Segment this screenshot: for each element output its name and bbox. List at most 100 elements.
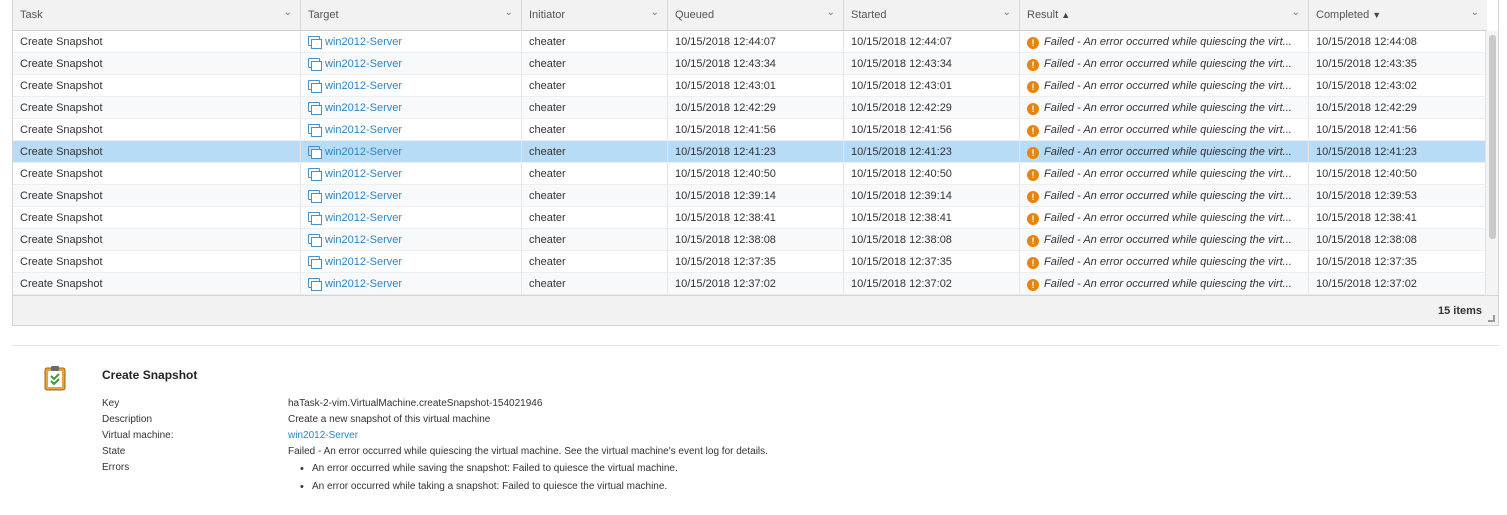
- task-name: Create Snapshot: [20, 57, 103, 70]
- column-header-initiator[interactable]: Initiator ⌄: [522, 0, 668, 31]
- started-time: 10/15/2018 12:39:14: [851, 189, 952, 202]
- chevron-down-icon[interactable]: ⌄: [1471, 7, 1479, 18]
- scrollbar-thumb[interactable]: [1489, 35, 1496, 239]
- queued-time: 10/15/2018 12:38:41: [675, 211, 776, 224]
- chevron-down-icon[interactable]: ⌄: [827, 7, 835, 18]
- target-link[interactable]: win2012-Server: [325, 36, 402, 48]
- column-header-task[interactable]: Task ⌄: [13, 0, 301, 31]
- column-header-queued[interactable]: Queued ⌄: [668, 0, 844, 31]
- error-icon: !: [1027, 234, 1039, 247]
- detail-vm-link[interactable]: win2012-Server: [288, 428, 358, 444]
- target-link[interactable]: win2012-Server: [325, 234, 402, 246]
- started-time: 10/15/2018 12:37:02: [851, 277, 952, 290]
- chevron-down-icon[interactable]: ⌄: [651, 7, 659, 18]
- target-link[interactable]: win2012-Server: [325, 278, 402, 290]
- cell-queued: 10/15/2018 12:37:02: [668, 272, 844, 295]
- target-link[interactable]: win2012-Server: [325, 102, 402, 114]
- cell-result: ! Failed - An error occurred while quiesc…: [1020, 228, 1309, 251]
- initiator-name: cheater: [529, 57, 566, 70]
- cell-completed: 10/15/2018 12:37:35: [1309, 251, 1487, 273]
- task-name: Create Snapshot: [20, 79, 103, 92]
- table-row[interactable]: Create Snapshot win2012-Server cheater 10/1…: [13, 162, 1487, 185]
- cell-target: win2012-Server: [301, 118, 522, 141]
- cell-task: Create Snapshot: [13, 184, 301, 207]
- cell-queued: 10/15/2018 12:41:56: [668, 118, 844, 141]
- cell-task: Create Snapshot: [13, 74, 301, 97]
- cell-initiator: cheater: [522, 184, 668, 207]
- column-header-target[interactable]: Target ⌄: [301, 0, 522, 31]
- virtual-machine-icon: [308, 35, 322, 49]
- cell-queued: 10/15/2018 12:38:41: [668, 206, 844, 229]
- queued-time: 10/15/2018 12:39:14: [675, 189, 776, 202]
- detail-row-key: Key haTask-2-vim.VirtualMachine.createSn…: [102, 396, 902, 412]
- cell-result: ! Failed - An error occurred while quiesc…: [1020, 118, 1309, 141]
- cell-started: 10/15/2018 12:38:41: [844, 206, 1020, 229]
- vertical-scrollbar[interactable]: [1485, 31, 1498, 295]
- target-link[interactable]: win2012-Server: [325, 80, 402, 92]
- task-name: Create Snapshot: [20, 233, 103, 246]
- table-row[interactable]: Create Snapshot win2012-Server cheater 10/1…: [13, 272, 1487, 295]
- column-header-label: Completed: [1316, 9, 1370, 21]
- cell-result: ! Failed - An error occurred while quiesc…: [1020, 206, 1309, 229]
- virtual-machine-icon: [308, 233, 322, 247]
- error-icon: !: [1027, 58, 1039, 71]
- column-header-result[interactable]: Result ▲ ⌄: [1020, 0, 1309, 31]
- table-row[interactable]: Create Snapshot win2012-Server cheater 10/1…: [13, 140, 1487, 163]
- cell-task: Create Snapshot: [13, 162, 301, 185]
- table-row[interactable]: Create Snapshot win2012-Server cheater 10/1…: [13, 96, 1487, 119]
- sort-descending-icon: ▼: [1372, 10, 1382, 20]
- cell-queued: 10/15/2018 12:38:08: [668, 228, 844, 251]
- detail-description-value: Create a new snapshot of this virtual ma…: [288, 414, 491, 425]
- cell-initiator: cheater: [522, 250, 668, 273]
- column-header-label: Started: [851, 9, 887, 21]
- chevron-down-icon[interactable]: ⌄: [1003, 7, 1011, 18]
- cell-completed: 10/15/2018 12:43:35: [1309, 53, 1487, 75]
- started-time: 10/15/2018 12:43:34: [851, 57, 952, 70]
- cell-started: 10/15/2018 12:39:14: [844, 184, 1020, 207]
- completed-time: 10/15/2018 12:37:02: [1316, 277, 1417, 290]
- chevron-down-icon[interactable]: ⌄: [505, 7, 513, 18]
- cell-task: Create Snapshot: [13, 206, 301, 229]
- table-row[interactable]: Create Snapshot win2012-Server cheater 10/1…: [13, 184, 1487, 207]
- table-row[interactable]: Create Snapshot win2012-Server cheater 10/1…: [13, 250, 1487, 273]
- target-link[interactable]: win2012-Server: [325, 124, 402, 136]
- table-row[interactable]: Create Snapshot win2012-Server cheater 10/1…: [13, 206, 1487, 229]
- chevron-down-icon[interactable]: ⌄: [1292, 7, 1300, 18]
- column-header-label: Initiator: [529, 9, 566, 21]
- table-row[interactable]: Create Snapshot win2012-Server cheater 10/1…: [13, 228, 1487, 251]
- table-row[interactable]: Create Snapshot win2012-Server cheater 10/1…: [13, 74, 1487, 97]
- queued-time: 10/15/2018 12:41:23: [675, 145, 776, 158]
- initiator-name: cheater: [529, 145, 566, 158]
- queued-time: 10/15/2018 12:37:35: [675, 255, 776, 268]
- target-link[interactable]: win2012-Server: [325, 190, 402, 202]
- table-row[interactable]: Create Snapshot win2012-Server cheater 10/1…: [13, 31, 1487, 53]
- cell-queued: 10/15/2018 12:44:07: [668, 31, 844, 53]
- cell-completed: 10/15/2018 12:37:02: [1309, 273, 1487, 295]
- result-text: Failed - An error occurred while quiesci…: [1044, 277, 1292, 290]
- initiator-name: cheater: [529, 277, 566, 290]
- cell-completed: 10/15/2018 12:41:23: [1309, 141, 1487, 163]
- virtual-machine-icon: [308, 189, 322, 203]
- target-link[interactable]: win2012-Server: [325, 146, 402, 158]
- cell-started: 10/15/2018 12:38:08: [844, 228, 1020, 251]
- resize-grip-icon[interactable]: [1488, 315, 1495, 322]
- queued-time: 10/15/2018 12:41:56: [675, 123, 776, 136]
- cell-target: win2012-Server: [301, 228, 522, 251]
- target-link[interactable]: win2012-Server: [325, 256, 402, 268]
- initiator-name: cheater: [529, 167, 566, 180]
- column-header-label: Target: [308, 9, 339, 21]
- cell-task: Create Snapshot: [13, 118, 301, 141]
- cell-queued: 10/15/2018 12:43:01: [668, 74, 844, 97]
- virtual-machine-icon: [308, 277, 322, 291]
- column-header-completed[interactable]: Completed ▼ ⌄: [1309, 0, 1487, 31]
- cell-target: win2012-Server: [301, 184, 522, 207]
- cell-initiator: cheater: [522, 272, 668, 295]
- target-link[interactable]: win2012-Server: [325, 168, 402, 180]
- table-row[interactable]: Create Snapshot win2012-Server cheater 10/1…: [13, 52, 1487, 75]
- cell-result: ! Failed - An error occurred while quiesc…: [1020, 52, 1309, 75]
- column-header-started[interactable]: Started ⌄: [844, 0, 1020, 31]
- target-link[interactable]: win2012-Server: [325, 58, 402, 70]
- chevron-down-icon[interactable]: ⌄: [284, 7, 292, 18]
- target-link[interactable]: win2012-Server: [325, 212, 402, 224]
- table-row[interactable]: Create Snapshot win2012-Server cheater 10/1…: [13, 118, 1487, 141]
